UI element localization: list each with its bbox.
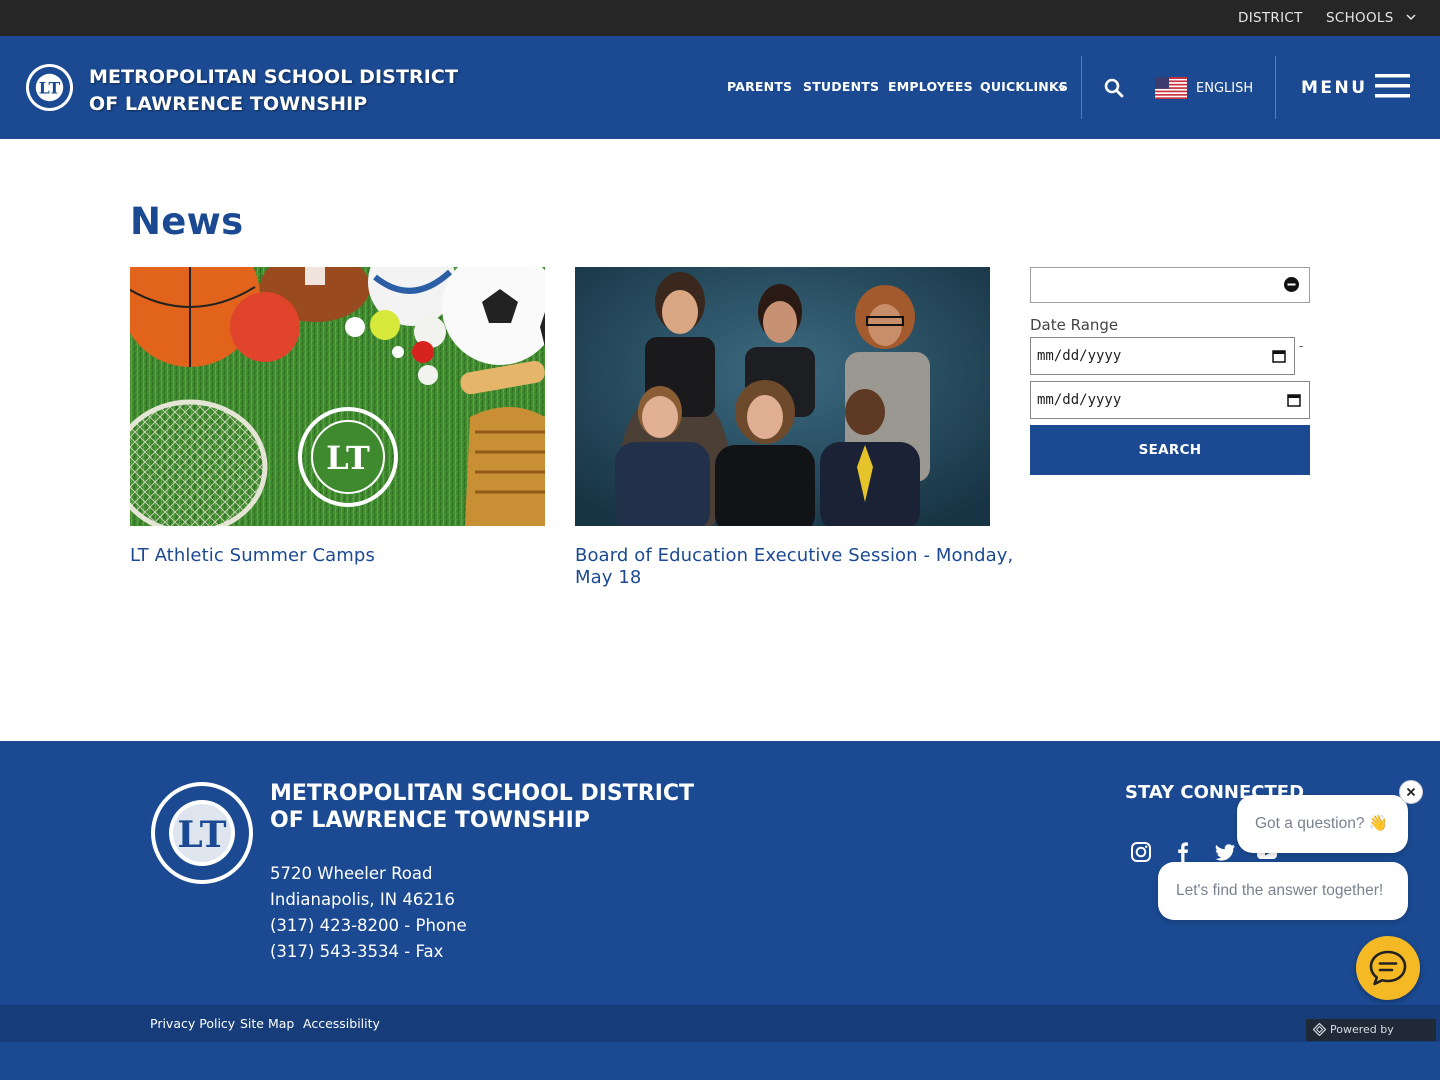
- finalsite-logo-icon: [1313, 1023, 1326, 1036]
- language-selector[interactable]: ENGLISH: [1196, 81, 1253, 96]
- start-date-field[interactable]: mm/dd/yyyy: [1030, 337, 1295, 375]
- header-divider: [1081, 56, 1082, 119]
- chat-greeting-bubble[interactable]: Got a question? 👋: [1237, 795, 1408, 853]
- site-title-line2: OF LAWRENCE TOWNSHIP: [89, 93, 368, 115]
- nav-employees[interactable]: EMPLOYEES: [888, 79, 973, 94]
- news-headline-text: LT Athletic Summer Camps: [130, 545, 375, 566]
- privacy-policy-link[interactable]: Privacy Policy: [150, 1016, 235, 1031]
- date-range-separator: -: [1299, 339, 1304, 353]
- twitter-icon[interactable]: [1214, 841, 1236, 863]
- header-divider: [1275, 56, 1276, 119]
- footer-title: METROPOLITAN SCHOOL DISTRICT OF LAWRENCE…: [270, 780, 694, 834]
- end-date-placeholder: mm/dd/yyyy: [1037, 392, 1122, 408]
- news-headline-board[interactable]: Board of Education Executive Session - M…: [575, 545, 1013, 589]
- site-map-link[interactable]: Site Map: [240, 1016, 294, 1031]
- chat-prompt-text: Let's find the answer together!: [1176, 882, 1384, 899]
- news-image-board[interactable]: [575, 267, 990, 526]
- powered-by-finalsite-badge[interactable]: Powered by Finalsite: [1306, 1019, 1436, 1058]
- accessibility-link[interactable]: Accessibility: [303, 1016, 380, 1031]
- hamburger-menu-icon[interactable]: [1375, 74, 1410, 98]
- footer-address-line2: Indianapolis, IN 46216: [270, 890, 455, 909]
- date-range-label: Date Range: [1030, 316, 1119, 334]
- search-icon[interactable]: [1102, 76, 1126, 100]
- clear-search-icon[interactable]: [1283, 276, 1300, 293]
- chat-greeting-text: Got a question? 👋: [1255, 815, 1389, 832]
- footer-bottom-bar: Privacy Policy Site Map Accessibility Po…: [0, 1005, 1440, 1058]
- site-title-line1: METROPOLITAN SCHOOL DISTRICT: [89, 66, 459, 88]
- start-date-placeholder: mm/dd/yyyy: [1037, 348, 1122, 364]
- keyword-search-input[interactable]: [1030, 267, 1310, 303]
- news-headline-line2: May 18: [575, 567, 642, 588]
- chat-launcher-button[interactable]: [1356, 936, 1420, 1000]
- nav-students[interactable]: STUDENTS: [803, 79, 879, 94]
- calendar-icon[interactable]: [1287, 393, 1301, 407]
- footer-title-line1: METROPOLITAN SCHOOL DISTRICT: [270, 781, 695, 806]
- footer-phone[interactable]: (317) 423-8200 - Phone: [270, 916, 467, 935]
- news-headline-athletics[interactable]: LT Athletic Summer Camps: [130, 545, 375, 567]
- search-submit-button[interactable]: SEARCH: [1030, 425, 1310, 475]
- menu-button-label[interactable]: MENU: [1301, 78, 1368, 98]
- svg-text:LT: LT: [177, 814, 226, 856]
- district-logo-icon[interactable]: LT: [25, 63, 74, 112]
- chat-close-button[interactable]: [1399, 780, 1423, 804]
- nav-parents[interactable]: PARENTS: [727, 79, 792, 94]
- utility-link-district[interactable]: DISTRICT: [1238, 10, 1303, 26]
- chat-bubble-icon: [1369, 950, 1407, 986]
- facebook-icon[interactable]: [1172, 841, 1194, 863]
- nav-quicklinks[interactable]: QUICKLINKS: [980, 79, 1068, 94]
- us-flag-icon[interactable]: [1155, 77, 1187, 99]
- chevron-down-icon[interactable]: [1405, 11, 1417, 23]
- svg-text:LT: LT: [39, 78, 61, 97]
- page-title: News: [130, 200, 244, 243]
- footer-title-line2: OF LAWRENCE TOWNSHIP: [270, 808, 590, 833]
- calendar-icon[interactable]: [1272, 349, 1286, 363]
- svg-text:LT: LT: [326, 439, 370, 477]
- footer-address-line1: 5720 Wheeler Road: [270, 864, 433, 883]
- chevron-down-icon[interactable]: [1057, 83, 1067, 93]
- site-header: LT METROPOLITAN SCHOOL DISTRICT OF LAWRE…: [0, 36, 1440, 139]
- news-image-athletics[interactable]: LT: [130, 267, 545, 526]
- news-headline-line1: Board of Education Executive Session - M…: [575, 545, 1014, 566]
- end-date-field[interactable]: mm/dd/yyyy: [1030, 381, 1310, 419]
- district-seal-icon: LT: [151, 782, 253, 884]
- chat-prompt-bubble[interactable]: Let's find the answer together!: [1158, 862, 1408, 920]
- page-bottom-band: [0, 1042, 1440, 1080]
- utility-bar: DISTRICT SCHOOLS: [0, 0, 1440, 36]
- site-title[interactable]: METROPOLITAN SCHOOL DISTRICT OF LAWRENCE…: [89, 64, 458, 118]
- close-icon: [1406, 787, 1416, 797]
- utility-link-schools[interactable]: SCHOOLS: [1326, 10, 1394, 26]
- instagram-icon[interactable]: [1130, 841, 1152, 863]
- footer-fax: (317) 543-3534 - Fax: [270, 942, 444, 961]
